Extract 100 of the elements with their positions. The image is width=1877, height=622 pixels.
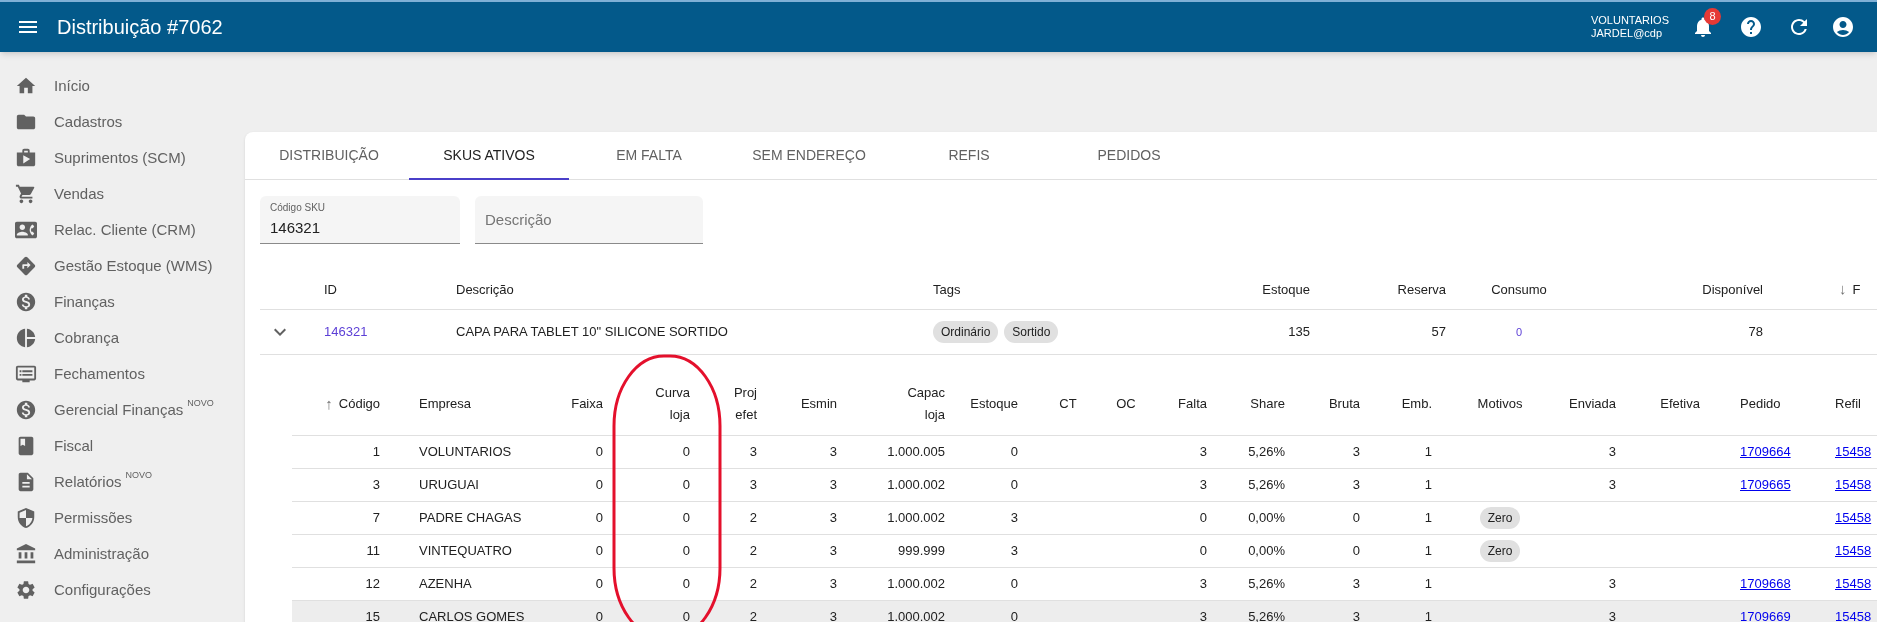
reason-chip: Zero (1479, 507, 1521, 529)
tab[interactable]: DISTRIBUIÇÃO (249, 132, 409, 180)
column-header[interactable]: Efetiva (1660, 394, 1700, 414)
column-header[interactable]: Proj efet (733, 382, 757, 426)
column-header[interactable]: Reserva (1397, 279, 1446, 300)
tab[interactable]: SEM ENDEREÇO (729, 132, 889, 180)
column-header[interactable]: Descrição (456, 279, 514, 300)
notifications-button[interactable]: 8 (1683, 7, 1723, 47)
column-header[interactable]: Pedido (1740, 394, 1781, 414)
table-row[interactable]: 1 VOLUNTARIOS 0 0 3 3 1.000.005 0 3 5,26% 3 1 3 1709664 15458 (292, 436, 1877, 469)
account-icon (1831, 15, 1855, 39)
order-link[interactable]: 1709668 (1740, 574, 1791, 594)
column-header[interactable]: Faixa (571, 394, 603, 414)
sidebar-item[interactable]: Relac. Cliente (CRM) (0, 212, 245, 248)
order-link[interactable]: 1709664 (1740, 442, 1791, 462)
table-cell-text: 1 (1424, 542, 1432, 561)
tab[interactable]: REFIS (889, 132, 1049, 180)
column-header[interactable]: Estoque (970, 394, 1018, 414)
sidebar-item[interactable]: Suprimentos (SCM) (0, 140, 245, 176)
sidebar-item[interactable]: Fiscal (0, 428, 245, 464)
table-row[interactable]: 7 PADRE CHAGAS 0 0 2 3 1.000.002 3 0 0,00% 0 1 Zero 15458 (292, 502, 1877, 535)
order-link[interactable]: 1709669 (1740, 607, 1791, 622)
column-header[interactable]: Estoque (1262, 279, 1310, 300)
refill-link[interactable]: 15458 (1835, 442, 1872, 462)
refill-link[interactable]: 15458 (1835, 508, 1872, 528)
sidebar-item[interactable]: Cobrança (0, 320, 245, 356)
column-header[interactable]: Emb. (1401, 394, 1432, 414)
column-header[interactable]: Enviada (1569, 394, 1616, 414)
sidebar-item[interactable]: Vendas (0, 176, 245, 212)
table-cell-text: 1 (372, 443, 380, 462)
table-cell-text: 3 (1608, 608, 1616, 622)
consumo-link[interactable]: 0 (1515, 323, 1523, 341)
user-login: JARDEL@cdp (1590, 27, 1664, 40)
table-cell-text: 3 (372, 476, 380, 495)
table-cell-text: 3 (829, 575, 837, 594)
table-cell-text: 1 (1424, 509, 1432, 528)
refill-link[interactable]: 15458 (1835, 607, 1872, 622)
sku-id-link[interactable]: 146321 (324, 322, 368, 342)
table-cell-text: URUGUAI (419, 476, 479, 495)
column-header[interactable]: Motivos (1477, 394, 1523, 414)
table-cell-text: 0 (682, 608, 690, 622)
table-cell-text: 2 (749, 575, 757, 594)
pie-chart-icon (15, 327, 37, 349)
dollar-icon (15, 399, 37, 421)
tab[interactable]: SKUS ATIVOS (409, 132, 569, 180)
table-cell-text: 12 (365, 575, 380, 594)
sort-arrow[interactable]: ↓ (1839, 278, 1847, 301)
column-header[interactable]: CT (1059, 394, 1077, 414)
column-header[interactable]: Bruta (1328, 394, 1360, 414)
table-cell-text: 3 (1010, 509, 1018, 528)
table-row[interactable]: 11 VINTEQUATRO 0 0 2 3 999.999 3 0 0,00% 0 1 Zero 15458 (292, 535, 1877, 568)
notification-count: 8 (1704, 8, 1721, 25)
tab[interactable]: EM FALTA (569, 132, 729, 180)
tab[interactable]: PEDIDOS (1049, 132, 1209, 180)
sort-arrow[interactable]: ↑ (325, 392, 333, 416)
column-header[interactable]: Falta (1178, 394, 1207, 414)
column-header[interactable]: ID (324, 279, 337, 300)
column-header[interactable]: Empresa (419, 394, 472, 414)
sidebar-item[interactable]: Fechamentos (0, 356, 245, 392)
column-header[interactable]: Curva loja (655, 382, 690, 426)
table-cell-text: 3 (1608, 575, 1616, 594)
table-cell-text: 5,26% (1248, 575, 1285, 594)
refill-link[interactable]: 15458 (1835, 541, 1872, 561)
table-cell-text: 1.000.002 (887, 575, 945, 594)
sidebar-item[interactable]: Administração (0, 536, 245, 572)
list-screen-icon (15, 363, 37, 385)
column-header[interactable]: Disponível (1702, 279, 1763, 300)
sidebar-item[interactable]: Gestão Estoque (WMS) (0, 248, 245, 284)
sidebar-item[interactable]: Cadastros (0, 104, 245, 140)
column-header[interactable]: Código (338, 394, 380, 414)
sidebar-item[interactable]: Início (0, 68, 245, 104)
table-cell-text: 3 (1352, 476, 1360, 495)
order-link[interactable]: 1709665 (1740, 475, 1791, 495)
table-cell-text: 2 (749, 608, 757, 622)
sidebar-item[interactable]: Relatórios NOVO (0, 464, 245, 500)
sidebar-item[interactable]: Configurações (0, 572, 245, 608)
direction-sign-icon (15, 255, 37, 277)
column-header[interactable]: Esmin (800, 394, 837, 414)
refill-link[interactable]: 15458 (1835, 475, 1872, 495)
refill-link[interactable]: 15458 (1835, 574, 1872, 594)
column-header[interactable]: OC (1116, 394, 1136, 414)
table-cell-text: 3 (829, 443, 837, 462)
table-cell-text: VINTEQUATRO (419, 542, 512, 561)
column-header[interactable]: F (1852, 279, 1861, 300)
table-row[interactable]: 12 AZENHA 0 0 2 3 1.000.002 0 3 5,26% 3 1 3 1709668 15458 (292, 568, 1877, 601)
column-header[interactable]: Share (1250, 394, 1285, 414)
table-cell-text: PADRE CHAGAS (419, 509, 522, 528)
sidebar-item[interactable]: Finanças (0, 284, 245, 320)
table-cell-text: 3 (1199, 476, 1207, 495)
page-title: Distribuição #7062 (57, 15, 223, 40)
table-cell-text: CARLOS GOMES (419, 608, 525, 622)
column-header[interactable]: Consumo (1491, 279, 1547, 300)
column-header[interactable]: Refil (1835, 394, 1861, 414)
sidebar-item[interactable]: Gerencial Finanças NOVO (0, 392, 245, 428)
table-row[interactable]: 3 URUGUAI 0 0 3 3 1.000.002 0 3 5,26% 3 1 3 1709665 15458 (292, 469, 1877, 502)
table-cell-text: AZENHA (419, 575, 472, 594)
sidebar-item[interactable]: Permissões (0, 500, 245, 536)
description-field[interactable]: Descrição (475, 196, 703, 244)
column-header[interactable]: Tags (933, 279, 961, 300)
column-header[interactable]: Capac loja (907, 382, 945, 426)
